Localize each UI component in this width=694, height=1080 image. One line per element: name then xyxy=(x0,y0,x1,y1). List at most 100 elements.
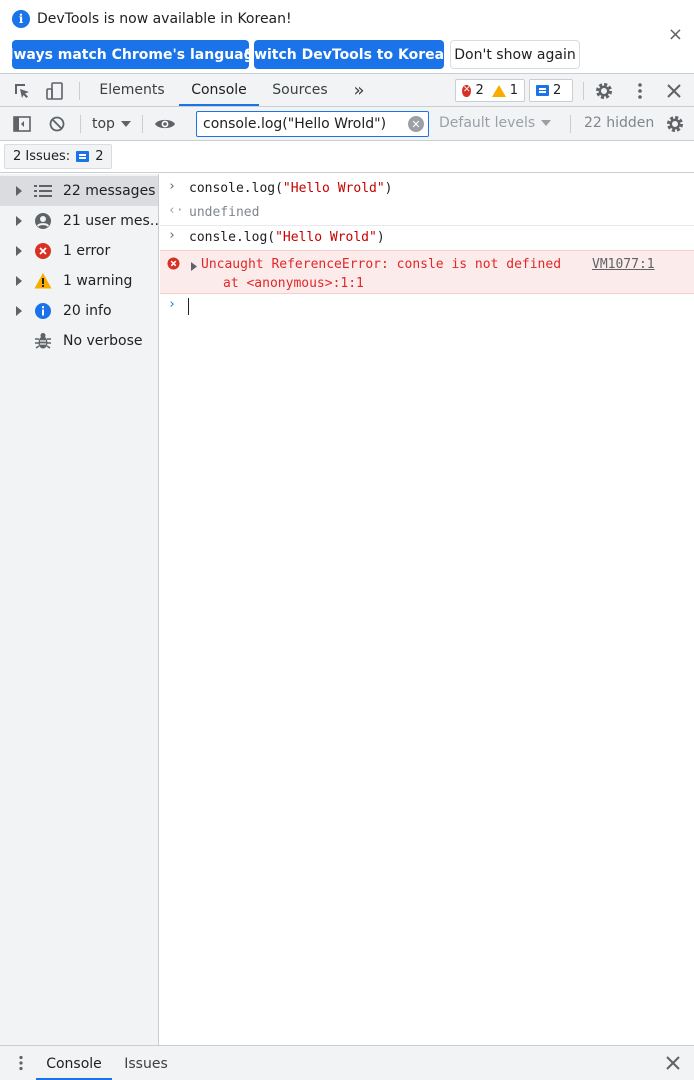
issues-count: 2 xyxy=(95,149,104,164)
bug-icon xyxy=(34,332,52,350)
toolbar-divider xyxy=(142,115,143,133)
console-prompt-row[interactable]: › xyxy=(160,295,694,319)
infobar-message-line: i DevTools is now available in Korean! xyxy=(12,9,292,29)
inspect-element-icon[interactable] xyxy=(11,80,33,102)
error-message: Uncaught ReferenceError: consle is not d… xyxy=(201,257,562,272)
log-levels-dropdown[interactable]: Default levels xyxy=(439,115,552,131)
text-cursor xyxy=(188,298,189,315)
tab-console[interactable]: Console xyxy=(179,74,259,106)
expand-stack-icon[interactable] xyxy=(190,260,198,275)
chevron-down-icon xyxy=(541,120,552,126)
error-count: 2 xyxy=(475,83,484,98)
info-icon xyxy=(34,302,52,320)
sidebar-item-label: 1 warning xyxy=(63,273,133,289)
error-icon xyxy=(167,257,180,274)
error-icon: ✕ xyxy=(462,84,472,97)
sidebar-item-user-messages[interactable]: 21 user mes… xyxy=(0,206,158,236)
more-tabs-icon[interactable]: » xyxy=(346,74,372,106)
console-settings-gear-icon[interactable] xyxy=(664,113,686,135)
expand-arrow-placeholder xyxy=(16,336,22,346)
drawer-menu-icon[interactable] xyxy=(12,1054,30,1076)
device-toolbar-icon[interactable] xyxy=(44,80,66,102)
console-result-row: ‹· undefined xyxy=(160,202,694,224)
tab-sources[interactable]: Sources xyxy=(265,74,335,106)
toolbar-divider xyxy=(583,82,584,100)
user-icon xyxy=(34,212,52,230)
sidebar-item-label: 1 error xyxy=(63,243,111,259)
console-sidebar: 22 messages 21 user mes… 1 error 1 warni… xyxy=(0,174,159,1045)
sidebar-toggle-icon[interactable] xyxy=(11,113,33,135)
sidebar-item-errors[interactable]: 1 error xyxy=(0,236,158,266)
language-infobar: i DevTools is now available in Korean! ×… xyxy=(0,0,694,74)
log-levels-label: Default levels xyxy=(439,115,536,131)
toolbar-divider xyxy=(570,115,571,133)
sidebar-item-messages[interactable]: 22 messages xyxy=(0,176,158,206)
message-icon xyxy=(536,85,549,96)
drawer-tab-issues[interactable]: Issues xyxy=(118,1046,174,1080)
clear-filter-icon[interactable]: ✕ xyxy=(408,116,424,132)
always-match-language-button[interactable]: Always match Chrome's language xyxy=(0,40,263,69)
context-value: top xyxy=(92,116,115,132)
console-input-row: › console.log("Hello Wrold") xyxy=(160,178,694,200)
sidebar-item-warnings[interactable]: 1 warning xyxy=(0,266,158,296)
message-divider xyxy=(160,225,694,226)
warning-count: 1 xyxy=(509,83,518,98)
console-input-text: console.log("Hello Wrold") xyxy=(189,181,393,196)
console-messages[interactable]: › console.log("Hello Wrold") ‹· undefine… xyxy=(160,174,694,1045)
tab-elements[interactable]: Elements xyxy=(92,74,172,106)
input-chevron-icon: › xyxy=(168,228,176,243)
infobar-message: DevTools is now available in Korean! xyxy=(37,11,292,27)
console-filter-input[interactable]: console.log("Hello Wrold") ✕ xyxy=(196,111,429,137)
sidebar-item-label: 22 messages xyxy=(63,183,156,199)
list-icon xyxy=(34,182,52,200)
filter-text: console.log("Hello Wrold") xyxy=(203,116,387,132)
kebab-menu-icon[interactable] xyxy=(629,80,651,102)
context-selector[interactable]: top xyxy=(92,113,131,135)
warning-icon xyxy=(491,84,506,97)
expand-arrow-icon[interactable] xyxy=(16,246,22,256)
warning-icon xyxy=(34,272,52,290)
expand-arrow-icon[interactable] xyxy=(16,306,22,316)
toolbar-divider xyxy=(80,115,81,133)
sidebar-item-label: No verbose xyxy=(63,333,143,349)
toolbar-divider xyxy=(79,82,80,100)
issues-button[interactable]: 2 Issues: 2 xyxy=(4,144,113,169)
hidden-messages-count: 22 hidden xyxy=(584,115,655,131)
live-expression-eye-icon[interactable] xyxy=(154,113,176,135)
console-toolbar: top console.log("Hello Wrold") ✕ Default… xyxy=(0,107,694,141)
issues-counter-count: 2 xyxy=(553,83,562,98)
result-arrow-icon: ‹· xyxy=(168,203,184,218)
info-icon: i xyxy=(12,10,30,28)
console-input-text: consle.log("Hello Wrold") xyxy=(189,230,385,245)
drawer-toolbar: Console Issues xyxy=(0,1045,694,1080)
expand-arrow-icon[interactable] xyxy=(16,216,22,226)
error-stack-trace: at <anonymous>:1:1 xyxy=(223,276,364,291)
settings-gear-icon[interactable] xyxy=(593,80,615,102)
clear-console-icon[interactable] xyxy=(46,113,68,135)
issues-bar: 2 Issues: 2 xyxy=(0,141,694,173)
chevron-down-icon xyxy=(120,121,131,127)
dont-show-again-button[interactable]: Don't show again xyxy=(450,40,580,69)
sidebar-item-label: 20 info xyxy=(63,303,112,319)
close-infobar-icon[interactable]: × xyxy=(668,26,683,44)
drawer-tab-console[interactable]: Console xyxy=(36,1046,112,1080)
error-icon xyxy=(34,242,52,260)
sidebar-item-label: 21 user mes… xyxy=(63,213,158,229)
error-source-link[interactable]: VM1077:1 xyxy=(592,257,655,272)
expand-arrow-icon[interactable] xyxy=(16,186,22,196)
sidebar-item-verbose[interactable]: No verbose xyxy=(0,326,158,356)
close-devtools-icon[interactable] xyxy=(663,80,685,102)
input-chevron-icon: › xyxy=(168,179,176,194)
console-result-text: undefined xyxy=(189,205,260,220)
issues-counter[interactable]: 2 xyxy=(529,79,573,102)
sidebar-item-info[interactable]: 20 info xyxy=(0,296,158,326)
devtools-main-toolbar: Elements Console Sources » ✕ 2 1 2 xyxy=(0,74,694,107)
prompt-chevron-icon: › xyxy=(168,297,176,312)
switch-to-korean-button[interactable]: Switch DevTools to Korean xyxy=(244,40,454,69)
message-icon xyxy=(76,151,90,162)
error-warning-counter[interactable]: ✕ 2 1 xyxy=(455,79,525,102)
close-drawer-icon[interactable] xyxy=(664,1054,682,1076)
console-error-row[interactable]: Uncaught ReferenceError: consle is not d… xyxy=(160,250,694,294)
expand-arrow-icon[interactable] xyxy=(16,276,22,286)
issues-label: 2 Issues: xyxy=(13,149,71,164)
